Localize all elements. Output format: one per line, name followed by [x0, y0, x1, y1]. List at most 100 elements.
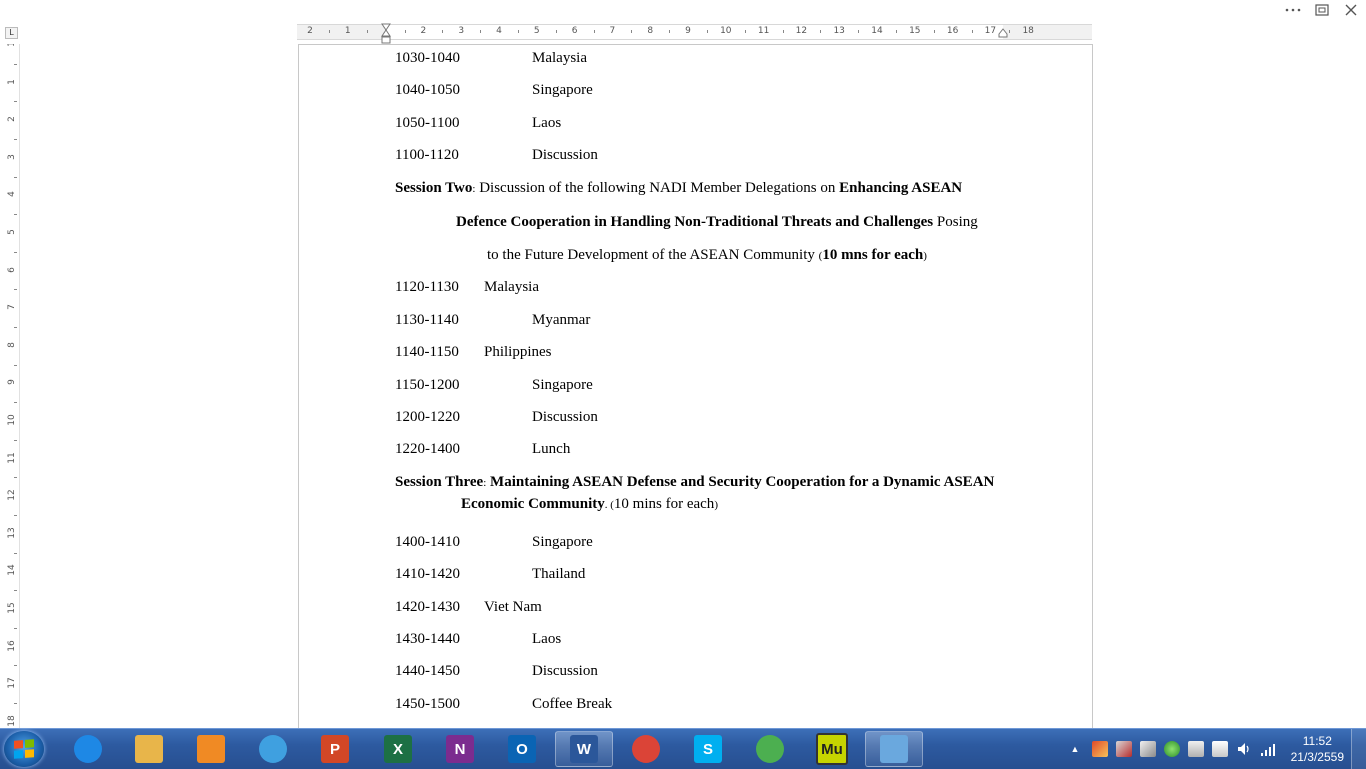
- taskbar-outlook-button[interactable]: O: [493, 731, 551, 767]
- ruler-number: 15: [7, 602, 17, 614]
- ruler-number: 2: [7, 116, 17, 123]
- ruler-tick: [442, 30, 444, 33]
- ruler-tick: [14, 515, 17, 516]
- show-desktop-button[interactable]: [1351, 729, 1366, 769]
- row-name: Lunch: [532, 441, 571, 457]
- ruler-number: 17: [984, 26, 997, 36]
- clock-date: 21/3/2559: [1290, 750, 1344, 764]
- row-name: Discussion: [532, 409, 598, 425]
- horizontal-ruler[interactable]: 21123456789101112131415161718: [297, 24, 1092, 40]
- ruler-tick: [14, 251, 17, 253]
- row-time: 1420-1430: [395, 599, 460, 615]
- row-time: 1220-1400: [395, 441, 460, 457]
- ruler-number: 18: [7, 715, 17, 727]
- ruler-tick: [820, 30, 822, 33]
- taskbar-onenote-button[interactable]: N: [431, 731, 489, 767]
- drive-icon[interactable]: [1188, 741, 1204, 757]
- more-options-icon[interactable]: [1279, 0, 1307, 20]
- ruler-number: 11: [757, 26, 770, 36]
- row-name: Discussion: [532, 663, 598, 679]
- excel-icon: X: [384, 735, 412, 763]
- network-alert-icon[interactable]: [1116, 741, 1132, 757]
- session-three-line2: Economic Community. (10 mins for each): [461, 496, 718, 513]
- tab-selector-button[interactable]: L: [5, 27, 18, 39]
- ruler-tick: [14, 477, 17, 479]
- vertical-ruler[interactable]: 1 1 2 3 4 5 6 7 8 9 10 11 12 13 14 15 16 17 18: [5, 44, 20, 728]
- ruler-tick: [14, 439, 17, 441]
- ruler-tick: [971, 30, 973, 33]
- ruler-number: 7: [609, 26, 616, 36]
- right-indent-marker-icon[interactable]: [998, 28, 1008, 38]
- session-intro: Discussion of the following NADI Member …: [475, 180, 840, 196]
- ruler-number: 4: [496, 26, 502, 36]
- messenger-icon: [756, 735, 784, 763]
- row-time: 1450-1500: [395, 696, 460, 712]
- taskbar-chrome-button[interactable]: [617, 731, 675, 767]
- taskbar-powerpoint-button[interactable]: P: [306, 731, 364, 767]
- control-panel-icon: [880, 735, 908, 763]
- duration-bold: 10 mns for each: [822, 247, 924, 263]
- window-title-bar: [0, 0, 1366, 20]
- taskbar-word-button[interactable]: W: [555, 731, 613, 767]
- taskbar-muse-button[interactable]: Mu: [803, 731, 861, 767]
- ruler-tick: [555, 30, 557, 33]
- ruler-number: 11: [7, 451, 17, 464]
- indent-marker-icon[interactable]: [381, 22, 391, 44]
- session-label: Session Three: [395, 474, 484, 490]
- ruler-number: 1: [7, 78, 17, 85]
- start-button[interactable]: [4, 731, 44, 767]
- session-title-bold: Economic Community: [461, 496, 605, 512]
- ruler-tick: [517, 30, 519, 33]
- green-sync-icon[interactable]: [1164, 741, 1180, 757]
- taskbar-internet-explorer-button[interactable]: [59, 731, 117, 767]
- session-title-bold: Maintaining ASEAN Defense and Security C…: [486, 474, 995, 490]
- signal-icon[interactable]: [1260, 741, 1276, 757]
- tools-icon[interactable]: [1140, 741, 1156, 757]
- close-icon[interactable]: [1337, 0, 1365, 20]
- ruler-number: 9: [7, 379, 17, 386]
- row-time: 1430-1440: [395, 631, 460, 647]
- clock[interactable]: 11:52 21/3/2559: [1291, 733, 1344, 765]
- ruler-number: 16: [946, 26, 959, 36]
- folder-icon: [135, 735, 163, 763]
- usb-icon[interactable]: [1212, 741, 1228, 757]
- taskbar-globe-swirl-button[interactable]: [244, 731, 302, 767]
- taskbar-control-panel-button[interactable]: [865, 731, 923, 767]
- ruler-tick: [14, 289, 17, 291]
- taskbar-media-player-button[interactable]: [182, 731, 240, 767]
- ruler-tick: [782, 30, 784, 33]
- muse-icon: Mu: [816, 733, 848, 765]
- row-time: 1100-1120: [395, 147, 459, 163]
- ruler-tick: [14, 214, 17, 216]
- ruler-number: 1: [7, 44, 17, 47]
- ruler-tick: [858, 30, 860, 33]
- document-page[interactable]: 1030-1040 Malaysia 1040-1050 Singapore 1…: [298, 44, 1093, 745]
- globe-swirl-icon: [259, 735, 287, 763]
- taskbar: P X N O W S Mu ▲ 11:52 21/3/2559: [0, 728, 1366, 769]
- row-time: 1130-1140: [395, 312, 459, 328]
- taskbar-folder-button[interactable]: [120, 731, 178, 767]
- volume-icon[interactable]: [1236, 741, 1252, 757]
- row-time: 1440-1450: [395, 663, 460, 679]
- ruler-tick: [404, 30, 406, 33]
- ruler-tick: [14, 402, 17, 404]
- ruler-tick: [14, 627, 17, 629]
- ruler-tick: [14, 327, 17, 328]
- skype-icon: S: [694, 735, 722, 763]
- restore-icon[interactable]: [1308, 0, 1336, 20]
- flag-alert-icon[interactable]: [1092, 741, 1108, 757]
- ruler-tick: [14, 139, 17, 140]
- ruler-number: 6: [7, 266, 17, 273]
- show-hidden-icons-icon[interactable]: ▲: [1068, 744, 1082, 754]
- ruler-number: 10: [7, 414, 17, 426]
- ruler-tick: [669, 30, 671, 33]
- taskbar-excel-button[interactable]: X: [369, 731, 427, 767]
- ruler-number: 7: [7, 304, 17, 311]
- taskbar-messenger-button[interactable]: [741, 731, 799, 767]
- taskbar-skype-button[interactable]: S: [679, 731, 737, 767]
- row-time: 1400-1410: [395, 534, 460, 550]
- ruler-number: 13: [833, 26, 845, 36]
- row-name: Singapore: [532, 534, 593, 550]
- ruler-number: 5: [7, 229, 17, 235]
- session-two-line3: to the Future Development of the ASEAN C…: [487, 247, 927, 264]
